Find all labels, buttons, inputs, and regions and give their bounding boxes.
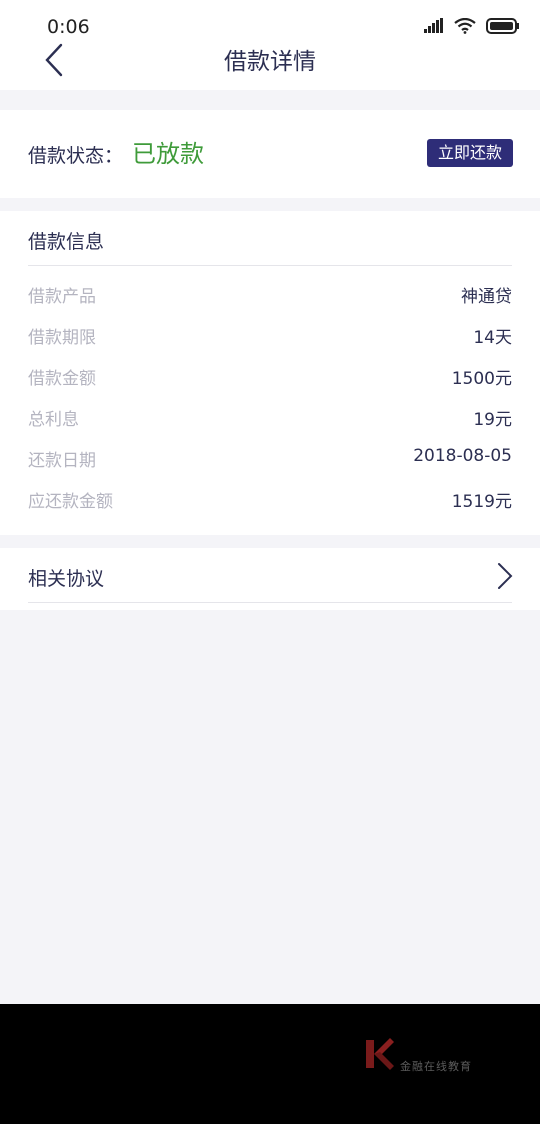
info-row-value: 神通贷 xyxy=(461,287,512,307)
info-row-repay-amount: 应还款金额 1519元 xyxy=(28,487,512,517)
divider xyxy=(28,602,512,603)
wifi-icon xyxy=(454,18,476,34)
info-row-label: 借款产品 xyxy=(28,287,96,307)
info-row-value: 1519元 xyxy=(451,492,512,512)
loan-status-card: 借款状态： 已放款 立即还款 xyxy=(0,110,540,198)
repay-now-button[interactable]: 立即还款 xyxy=(427,139,513,167)
info-row-label: 还款日期 xyxy=(28,451,96,471)
info-row-value: 14天 xyxy=(473,328,512,348)
info-row-label: 借款金额 xyxy=(28,369,96,389)
watermark-text: 金融在线教育 xyxy=(400,1060,472,1073)
info-row-term: 借款期限 14天 xyxy=(28,323,512,353)
top-bar: 0:06 借款详情 xyxy=(0,0,540,90)
info-row-label: 总利息 xyxy=(28,410,79,430)
loan-status-label: 借款状态： xyxy=(28,145,124,167)
info-row-amount: 借款金额 1500元 xyxy=(28,364,512,394)
watermark-logo xyxy=(366,1038,394,1070)
info-row-product: 借款产品 神通贷 xyxy=(28,282,512,312)
page-title: 借款详情 xyxy=(224,49,316,75)
divider xyxy=(28,265,512,266)
related-agreements-row[interactable]: 相关协议 xyxy=(0,548,540,610)
info-row-label: 应还款金额 xyxy=(28,492,113,512)
battery-icon xyxy=(486,18,519,34)
status-icons xyxy=(424,18,520,34)
info-row-interest: 总利息 19元 xyxy=(28,405,512,435)
chevron-right-icon xyxy=(498,563,513,589)
loan-status-value: 已放款 xyxy=(132,140,204,168)
related-agreements-label: 相关协议 xyxy=(28,568,105,590)
status-time: 0:06 xyxy=(47,16,90,38)
info-row-label: 借款期限 xyxy=(28,328,96,348)
info-row-repay-date: 还款日期 2018-08-05 xyxy=(28,446,512,476)
info-row-value: 19元 xyxy=(473,410,512,430)
signal-icon xyxy=(424,18,443,33)
info-row-value: 1500元 xyxy=(451,369,512,389)
loan-info-title: 借款信息 xyxy=(28,231,105,253)
loan-info-card: 借款信息 借款产品 神通贷 借款期限 14天 借款金额 1500元 总利息 19… xyxy=(0,211,540,535)
info-row-value: 2018-08-05 xyxy=(413,446,512,466)
loan-detail-screen: 0:06 借款详情 借款状态： 已放款 立即还款 借款信息 借款产品 神通贷 借… xyxy=(0,0,540,1124)
